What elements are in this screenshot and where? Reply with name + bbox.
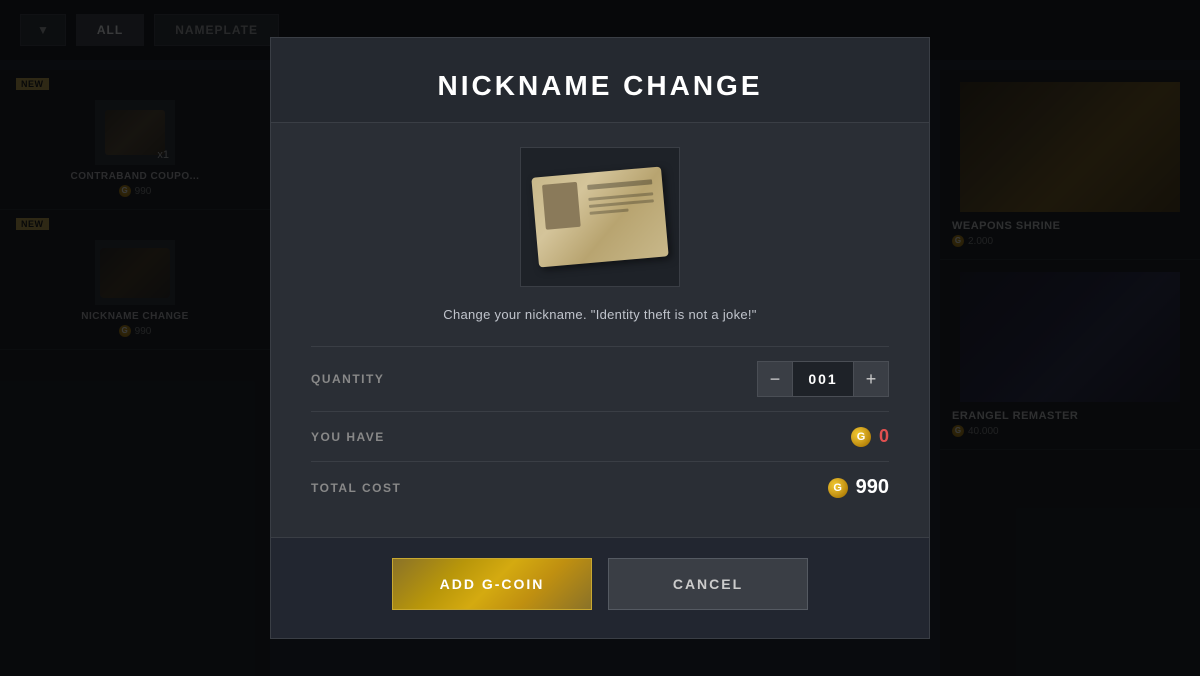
id-card-lines	[588, 192, 654, 215]
cancel-button[interactable]: CANCEL	[608, 558, 808, 610]
total-cost-coin-icon: G	[828, 478, 848, 498]
total-cost-row: TOTAL COST G 990	[311, 461, 889, 513]
you-have-value-group: G 0	[851, 426, 889, 447]
add-gcoin-button[interactable]: ADD G-COIN	[392, 558, 592, 610]
id-card-line-2	[589, 199, 654, 208]
you-have-label: YOU HAVE	[311, 430, 385, 444]
quantity-display: 001	[793, 361, 853, 397]
quantity-value-group: − 001 +	[757, 361, 889, 397]
modal-header: NICKNAME CHANGE	[271, 38, 929, 123]
modal-description: Change your nickname. "Identity theft is…	[311, 307, 889, 322]
total-cost-amount: 990	[856, 476, 889, 499]
total-cost-value-group: G 990	[828, 476, 889, 499]
id-card-line-3	[590, 208, 629, 214]
quantity-label: QUANTITY	[311, 372, 384, 386]
modal-item-image	[520, 147, 680, 287]
modal-footer: ADD G-COIN CANCEL	[271, 537, 929, 638]
modal-title: NICKNAME CHANGE	[311, 70, 889, 102]
decrease-quantity-button[interactable]: −	[757, 361, 793, 397]
you-have-row: YOU HAVE G 0	[311, 411, 889, 461]
increase-quantity-button[interactable]: +	[853, 361, 889, 397]
you-have-coin-icon: G	[851, 427, 871, 447]
nickname-change-modal: NICKNAME CHANGE Change your nickname. "I…	[270, 37, 930, 639]
total-cost-label: TOTAL COST	[311, 481, 401, 495]
modal-body: Change your nickname. "Identity theft is…	[271, 123, 929, 537]
quantity-control: − 001 +	[757, 361, 889, 397]
you-have-amount: 0	[879, 426, 889, 447]
quantity-row: QUANTITY − 001 +	[311, 346, 889, 411]
id-card-visual	[531, 167, 668, 268]
